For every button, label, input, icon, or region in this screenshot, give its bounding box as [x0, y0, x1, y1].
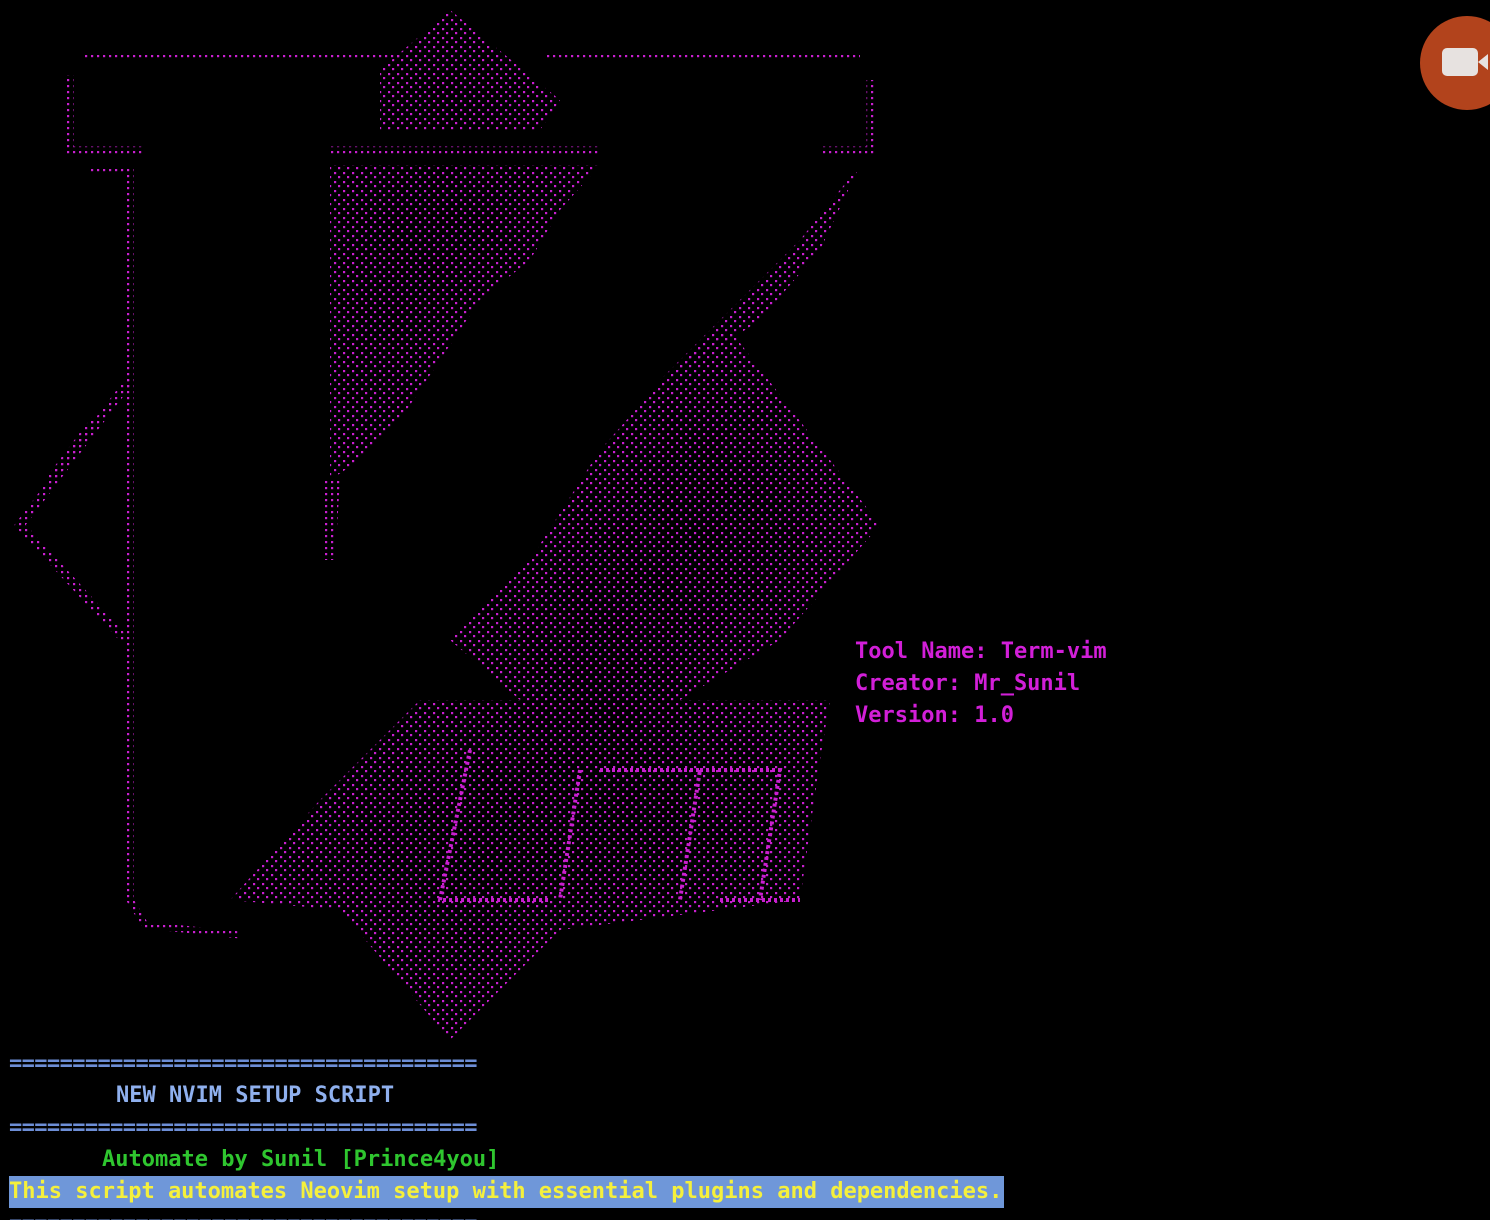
logo-v-bottom — [230, 700, 830, 1040]
banner-separator-bottom: ===================================== — [9, 1208, 477, 1220]
logo-top-peak — [380, 10, 560, 130]
banner-title: NEW NVIM SETUP SCRIPT — [116, 1083, 395, 1108]
terminal-window[interactable]: Tool Name: Term-vim Creator: Mr_Sunil Ve… — [0, 0, 1490, 1220]
screen-record-button[interactable] — [1420, 16, 1490, 110]
logo-diamond-right — [450, 330, 880, 700]
logo-diamond-left — [14, 377, 134, 644]
logo-v-right-stroke — [660, 165, 860, 380]
banner-author: Automate by Sunil [Prince4you] — [102, 1147, 500, 1172]
logo-v-left-stroke — [330, 165, 600, 480]
creator-label: Creator: Mr_Sunil — [855, 671, 1081, 696]
banner-description[interactable]: This script automates Neovim setup with … — [9, 1176, 1005, 1208]
tool-name-label: Tool Name: Term-vim — [855, 639, 1107, 664]
logo-v-thin-stroke — [322, 480, 340, 560]
banner-separator-top: ===================================== — [9, 1051, 477, 1076]
vim-ascii-logo — [14, 10, 880, 1040]
banner-separator-middle: ===================================== — [9, 1115, 477, 1140]
version-label: Version: 1.0 — [855, 703, 1014, 728]
video-camera-icon — [1442, 48, 1488, 76]
